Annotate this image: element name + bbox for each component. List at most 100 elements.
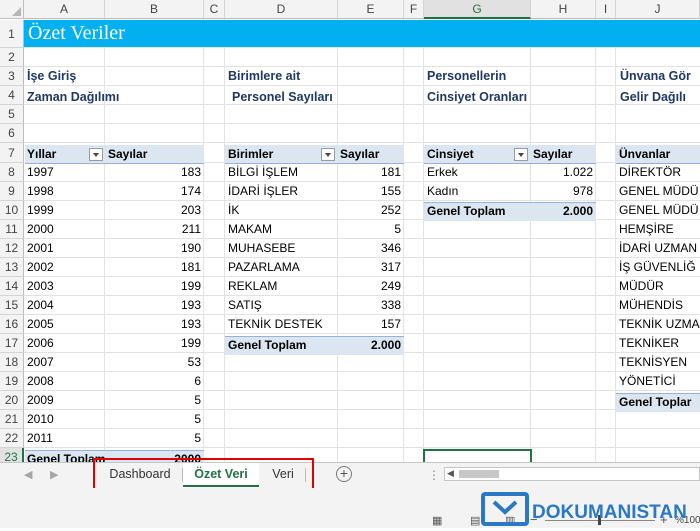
- scroll-tabs-right-icon[interactable]: ▶: [50, 468, 58, 481]
- active-cell[interactable]: [423, 449, 532, 462]
- pivot-years-count-cell[interactable]: 190: [105, 239, 204, 258]
- row-header-16[interactable]: 16: [0, 315, 24, 334]
- pivot-years-count-cell[interactable]: 181: [105, 258, 204, 277]
- row-header-9[interactable]: 9: [0, 182, 24, 201]
- pivot-units-unit-cell[interactable]: PAZARLAMA: [225, 258, 338, 277]
- page-layout-icon[interactable]: ▤: [470, 514, 480, 527]
- pivot-units-unit-cell[interactable]: MAKAM: [225, 220, 338, 239]
- pivot-years-count-cell[interactable]: 5: [105, 391, 204, 410]
- pivot-years-year-cell[interactable]: 1997: [24, 163, 105, 182]
- pivot-titles-title-cell[interactable]: TEKNİK UZMA: [616, 315, 700, 334]
- filter-dropdown-icon[interactable]: [321, 148, 335, 161]
- row-header-19[interactable]: 19: [0, 372, 24, 391]
- pivot-units-unit-cell[interactable]: REKLAM: [225, 277, 338, 296]
- column-header-a[interactable]: A: [24, 0, 105, 19]
- pivot-titles-title-cell[interactable]: YÖNETİCİ: [616, 372, 700, 391]
- pivot-years-count-cell[interactable]: 183: [105, 163, 204, 182]
- row-header-10[interactable]: 10: [0, 201, 24, 220]
- pivot-years-year-cell[interactable]: 2009: [24, 391, 105, 410]
- pivot-titles-title-cell[interactable]: İŞ GÜVENLİĞ: [616, 258, 700, 277]
- column-header-i[interactable]: I: [596, 0, 616, 19]
- pivot-titles-title-cell[interactable]: GENEL MÜDÜ: [616, 182, 700, 201]
- pivot-titles-title-cell[interactable]: MÜDÜR: [616, 277, 700, 296]
- spreadsheet-grid[interactable]: A B C D E F G H I J 1 2 3 4 5 6 7 8 9 10 11 12 13 14 1…: [0, 0, 700, 462]
- pivot-years-count-cell[interactable]: 53: [105, 353, 204, 372]
- pivot-units-unit-cell[interactable]: İK: [225, 201, 338, 220]
- pivot-gender-count-cell[interactable]: 1.022: [531, 163, 596, 182]
- row-header-15[interactable]: 15: [0, 296, 24, 315]
- pivot-years-count-cell[interactable]: 193: [105, 315, 204, 334]
- row-header-1[interactable]: 1: [0, 20, 24, 48]
- column-header-e[interactable]: E: [338, 0, 404, 19]
- column-header-b[interactable]: B: [105, 0, 204, 19]
- horizontal-scrollbar[interactable]: ◀: [444, 467, 700, 481]
- pivot-units-count-cell[interactable]: 249: [338, 277, 404, 296]
- pivot-years-year-cell[interactable]: 2008: [24, 372, 105, 391]
- pivot-units-unit-cell[interactable]: İDARİ İŞLER: [225, 182, 338, 201]
- pivot-years-count-cell[interactable]: 193: [105, 296, 204, 315]
- pivot-years-count-cell[interactable]: 6: [105, 372, 204, 391]
- pivot-gender-label-cell[interactable]: Erkek: [424, 163, 531, 182]
- pivot-years-count-cell[interactable]: 5: [105, 410, 204, 429]
- column-header-h[interactable]: H: [531, 0, 596, 19]
- pivot-titles-title-cell[interactable]: İDARİ UZMAN: [616, 239, 700, 258]
- row-header-12[interactable]: 12: [0, 239, 24, 258]
- normal-view-icon[interactable]: ▦: [432, 514, 442, 527]
- pivot-units-unit-cell[interactable]: BİLGİ İŞLEM: [225, 163, 338, 182]
- filter-dropdown-icon[interactable]: [89, 148, 103, 161]
- pivot-units-count-cell[interactable]: 181: [338, 163, 404, 182]
- pivot-years-count-cell[interactable]: 199: [105, 277, 204, 296]
- pivot-units-count-cell[interactable]: 155: [338, 182, 404, 201]
- pivot-units-unit-cell[interactable]: MUHASEBE: [225, 239, 338, 258]
- add-sheet-icon[interactable]: +: [336, 466, 352, 482]
- filter-dropdown-icon[interactable]: [514, 148, 528, 161]
- pivot-years-count-cell[interactable]: 199: [105, 334, 204, 353]
- column-header-g[interactable]: G: [424, 0, 531, 19]
- row-header-11[interactable]: 11: [0, 220, 24, 239]
- column-header-j[interactable]: J: [616, 0, 700, 19]
- pivot-years-year-cell[interactable]: 1998: [24, 182, 105, 201]
- row-header-13[interactable]: 13: [0, 258, 24, 277]
- row-header-5[interactable]: 5: [0, 105, 24, 124]
- pivot-years-count-cell[interactable]: 203: [105, 201, 204, 220]
- row-header-7[interactable]: 7: [0, 143, 24, 163]
- pivot-titles-title-cell[interactable]: DİREKTÖR: [616, 163, 700, 182]
- select-all-corner[interactable]: [0, 0, 24, 19]
- pivot-titles-title-cell[interactable]: HEMŞİRE: [616, 220, 700, 239]
- pivot-titles-title-cell[interactable]: TEKNİSYEN: [616, 353, 700, 372]
- pivot-gender-count-cell[interactable]: 978: [531, 182, 596, 201]
- pivot-units-count-cell[interactable]: 157: [338, 315, 404, 334]
- row-header-3[interactable]: 3: [0, 67, 24, 86]
- pivot-units-count-cell[interactable]: 317: [338, 258, 404, 277]
- pivot-years-count-cell[interactable]: 174: [105, 182, 204, 201]
- pivot-units-unit-cell[interactable]: SATIŞ: [225, 296, 338, 315]
- pivot-years-year-cell[interactable]: 2003: [24, 277, 105, 296]
- column-header-c[interactable]: C: [204, 0, 225, 19]
- row-header-23[interactable]: 23: [0, 448, 24, 462]
- pivot-units-count-cell[interactable]: 5: [338, 220, 404, 239]
- row-header-22[interactable]: 22: [0, 429, 24, 448]
- pivot-years-year-cell[interactable]: 2001: [24, 239, 105, 258]
- pivot-titles-title-cell[interactable]: TEKNİKER: [616, 334, 700, 353]
- column-header-d[interactable]: D: [225, 0, 338, 19]
- pivot-years-year-cell[interactable]: 2007: [24, 353, 105, 372]
- pivot-units-unit-cell[interactable]: TEKNİK DESTEK: [225, 315, 338, 334]
- row-header-21[interactable]: 21: [0, 410, 24, 429]
- pivot-years-year-cell[interactable]: 2004: [24, 296, 105, 315]
- row-header-2[interactable]: 2: [0, 48, 24, 67]
- pivot-years-year-cell[interactable]: 2011: [24, 429, 105, 448]
- row-header-8[interactable]: 8: [0, 163, 24, 182]
- row-header-14[interactable]: 14: [0, 277, 24, 296]
- pivot-years-year-cell[interactable]: 2000: [24, 220, 105, 239]
- pivot-years-year-cell[interactable]: 2006: [24, 334, 105, 353]
- row-header-4[interactable]: 4: [0, 86, 24, 105]
- pivot-years-count-cell[interactable]: 211: [105, 220, 204, 239]
- pivot-years-count-cell[interactable]: 5: [105, 429, 204, 448]
- pivot-years-year-cell[interactable]: 2005: [24, 315, 105, 334]
- pivot-years-year-cell[interactable]: 2002: [24, 258, 105, 277]
- pivot-units-count-cell[interactable]: 346: [338, 239, 404, 258]
- pivot-gender-label-cell[interactable]: Kadın: [424, 182, 531, 201]
- pivot-years-year-cell[interactable]: 2010: [24, 410, 105, 429]
- scroll-tabs-left-icon[interactable]: ◀: [24, 468, 32, 481]
- pivot-years-year-cell[interactable]: 1999: [24, 201, 105, 220]
